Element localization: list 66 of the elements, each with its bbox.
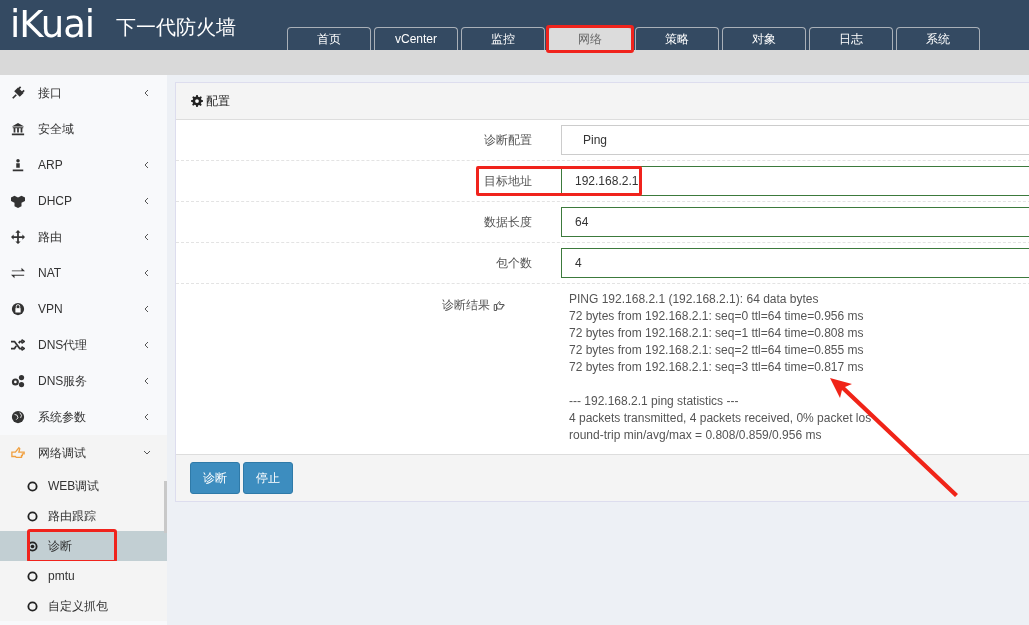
nav-tab[interactable]: 首页: [287, 27, 371, 50]
field-label: 诊断结果: [442, 297, 490, 314]
nav-tab[interactable]: vCenter: [374, 27, 458, 50]
chevron-icon: [143, 377, 151, 385]
panel-title: 配置: [206, 92, 230, 110]
move-icon: [11, 230, 25, 244]
input-field[interactable]: 4: [561, 248, 1029, 278]
sidebar-subitem[interactable]: WEB调试: [0, 471, 167, 501]
sidebar-item[interactable]: DHCP: [0, 183, 167, 219]
radio-icon: [27, 540, 38, 552]
chevron-icon: [143, 233, 151, 241]
nav-tab[interactable]: 监控: [461, 27, 545, 50]
sidebar-item[interactable]: DNS服务: [0, 363, 167, 399]
input-field[interactable]: 192.168.2.1: [561, 166, 1029, 196]
plug-icon: [11, 86, 25, 100]
nav-tab[interactable]: 网络: [548, 27, 632, 50]
input-field[interactable]: 64: [561, 207, 1029, 237]
sidebar-subitem[interactable]: 路由跟踪: [0, 501, 167, 531]
radio-icon: [27, 600, 38, 612]
action-button[interactable]: 诊断: [190, 462, 240, 494]
action-button[interactable]: 停止: [243, 462, 293, 494]
nav-tab[interactable]: 系统: [896, 27, 980, 50]
chevron-icon: [143, 449, 151, 457]
sidebar-subitem[interactable]: pmtu: [0, 561, 167, 591]
shuffle-icon: [11, 338, 25, 352]
nav-tab[interactable]: 策略: [635, 27, 719, 50]
chevron-icon: [143, 341, 151, 349]
hand-pointer-icon: [493, 299, 506, 312]
sidebar-item[interactable]: 网络调试: [0, 435, 167, 471]
sidebar-item[interactable]: 安全域: [0, 111, 167, 147]
sidebar-item[interactable]: ARP: [0, 147, 167, 183]
field-label: 目标地址: [483, 172, 532, 190]
scrollbar[interactable]: [164, 481, 167, 533]
lock-icon: [11, 302, 25, 316]
sidebar-item[interactable]: 接口: [0, 75, 167, 111]
gear-icon: [191, 95, 203, 107]
sidebar-subitem[interactable]: 自定义抓包: [0, 591, 167, 621]
sidebar-item[interactable]: NAT: [0, 255, 167, 291]
field-label: 包个数: [495, 254, 532, 272]
radio-icon: [27, 480, 38, 492]
result-output: PING 192.168.2.1 (192.168.2.1): 64 data bytes 72 bytes from 192.168.2.1: seq=0 ttl=64 time=0.956 ms 72 bytes from 192.168.2.1: seq=1 ttl=64 time=0.808 ms 72 bytes from 192.168.2.1: seq=2 ttl=64 time=0.855 ms 72 bytes from 192.168.2.1: seq=3 ttl=64 time=0.817 ms --- 192.168.2.1 ping statistics --- 4 packets transmitted, 4 packets received, 0% packet los round-trip min/avg/max = 0.808/0.859/0.956 ms: [569, 291, 872, 444]
hand-pointer-icon: [11, 446, 25, 460]
chevron-icon: [143, 161, 151, 169]
logo: iKuai: [10, 3, 95, 47]
nav-tab[interactable]: 对象: [722, 27, 806, 50]
chevron-icon: [143, 305, 151, 313]
sidebar-item[interactable]: 系统参数: [0, 399, 167, 435]
gears-icon: [11, 374, 25, 388]
chevron-icon: [143, 269, 151, 277]
chevron-icon: [143, 413, 151, 421]
person-icon: [11, 158, 25, 172]
nav-tab[interactable]: 日志: [809, 27, 893, 50]
sidebar-item[interactable]: DNS代理: [0, 327, 167, 363]
chevron-icon: [143, 89, 151, 97]
radio-icon: [27, 510, 38, 522]
field-label: 数据长度: [483, 213, 532, 231]
field-label: 诊断配置: [483, 131, 532, 149]
sidebar-subitem[interactable]: 诊断: [0, 531, 167, 561]
radio-icon: [27, 570, 38, 582]
exchange-icon: [11, 266, 25, 280]
select-field[interactable]: Ping: [561, 125, 1029, 155]
bank-icon: [11, 122, 25, 136]
sidebar-item[interactable]: VPN: [0, 291, 167, 327]
sidebar-item[interactable]: 路由: [0, 219, 167, 255]
chevron-icon: [143, 197, 151, 205]
product-title: 下一代防火墙: [116, 15, 236, 40]
